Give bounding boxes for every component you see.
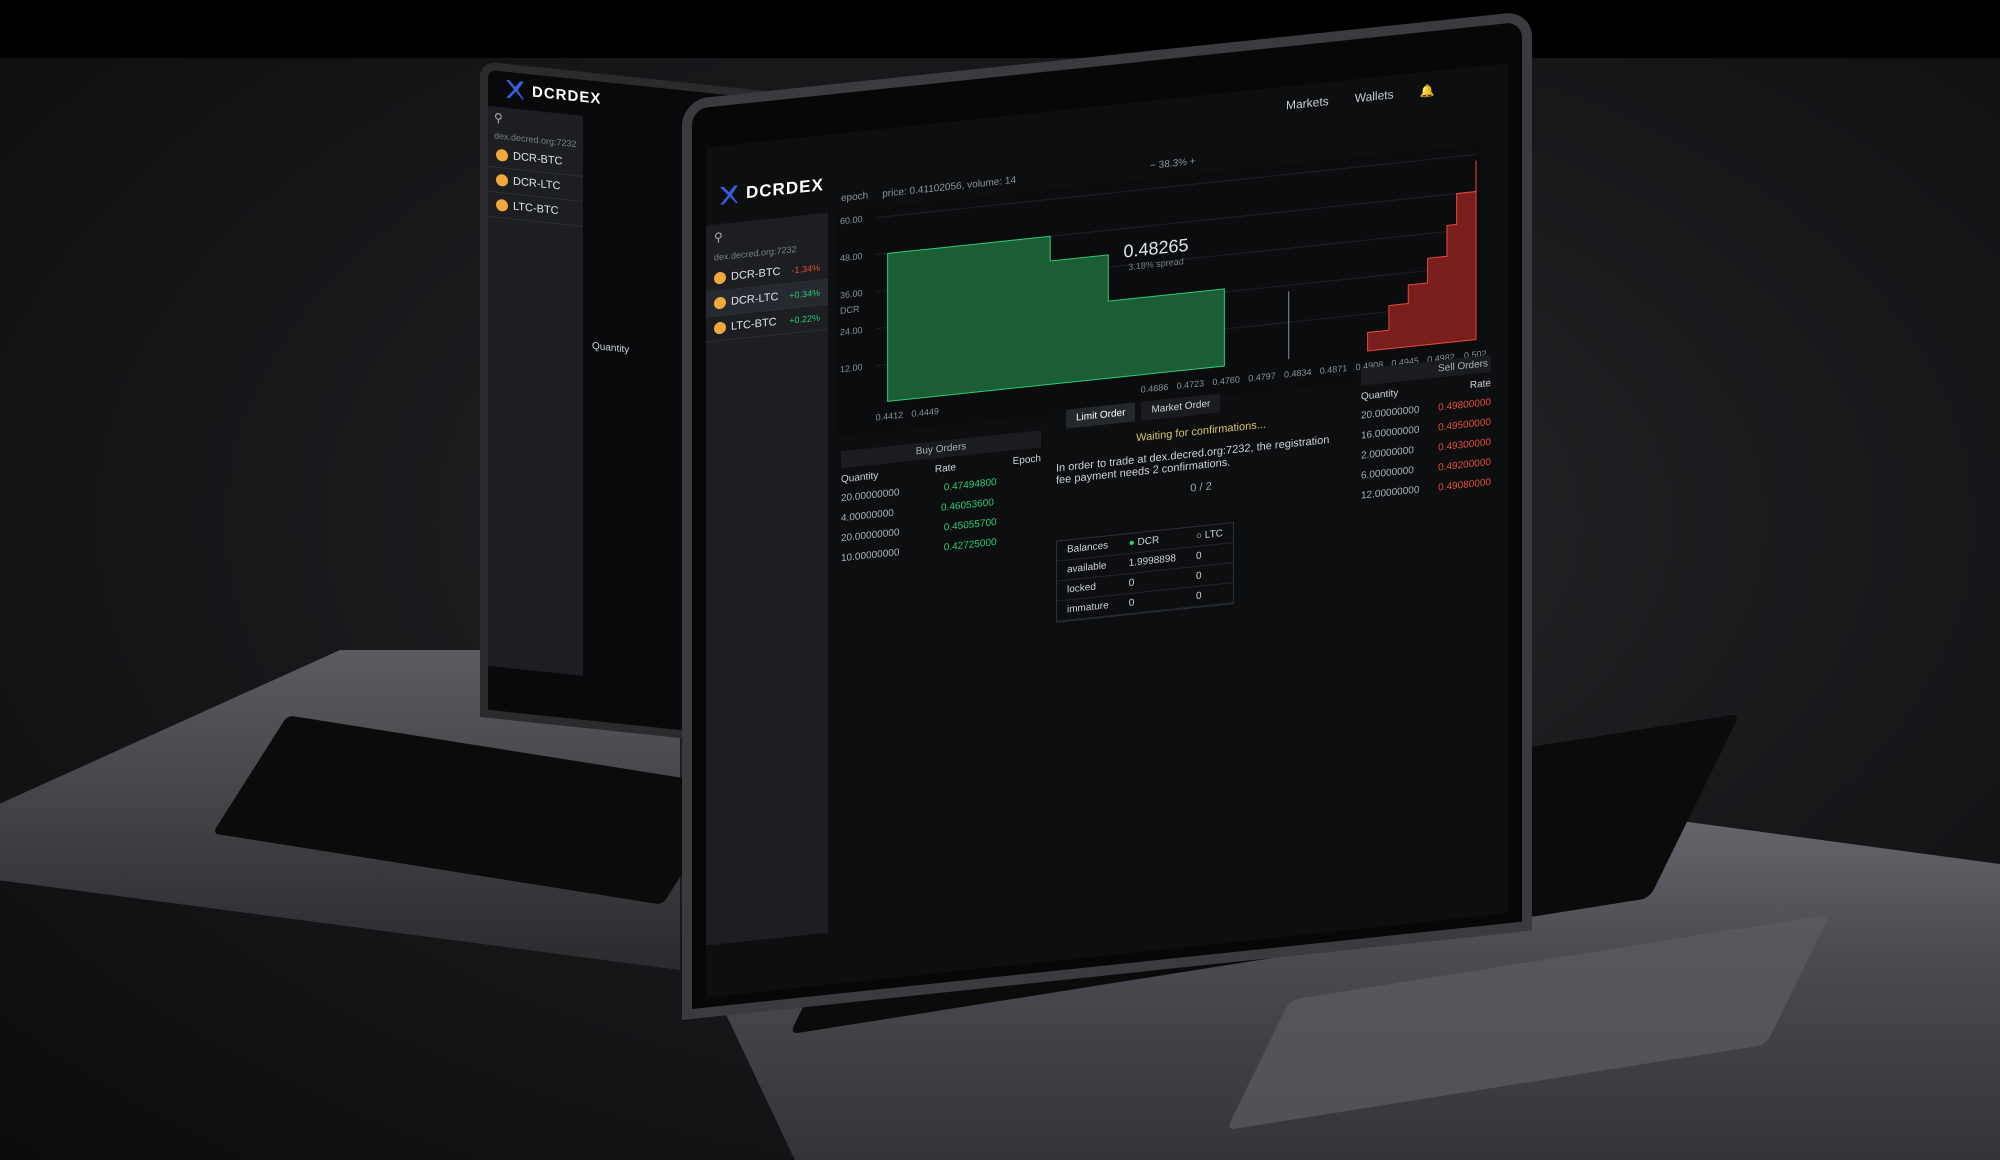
balance-ltc: 0 bbox=[1185, 582, 1233, 608]
zoom-level: 38.3% bbox=[1158, 156, 1188, 171]
market-sidebar: ⚲ dex.decred.org:7232 DCR-BTC -1.34% DCR… bbox=[706, 212, 828, 946]
buy-epoch-header: Epoch bbox=[1012, 453, 1041, 468]
y-axis-label: DCR bbox=[840, 304, 860, 316]
x-tick-label: 0.4760 bbox=[1212, 374, 1240, 387]
x-tick-label: 0.4871 bbox=[1320, 363, 1348, 376]
y-tick-label: 12.00 bbox=[840, 362, 863, 374]
x-tick-label: 0.4834 bbox=[1284, 367, 1312, 380]
y-tick-label: 36.00 bbox=[840, 288, 863, 300]
market-change: +0.34% bbox=[789, 287, 820, 301]
market-change: -1.34% bbox=[791, 262, 820, 276]
balance-col-ltc: LTC bbox=[1204, 528, 1223, 542]
x-tick-label: 0.4723 bbox=[1177, 378, 1205, 391]
bell-icon[interactable]: 🔔 bbox=[1420, 83, 1435, 99]
y-tick-label: 24.00 bbox=[840, 325, 863, 337]
check-icon: ● bbox=[1128, 537, 1135, 550]
x-tick-label: 0.4412 bbox=[876, 410, 904, 423]
market-pair: DCR-LTC bbox=[731, 290, 779, 308]
nav-markets[interactable]: Markets bbox=[1286, 94, 1329, 112]
dcr-coin-icon bbox=[714, 271, 726, 285]
chart-legend: epoch bbox=[841, 190, 869, 205]
dex-app: DCRDEX Markets Wallets 🔔 ⚲ dex.decred.or… bbox=[706, 63, 1508, 998]
x-tick-label: 0.4797 bbox=[1248, 371, 1276, 384]
dcr-coin-icon bbox=[714, 296, 726, 310]
sell-rate: 0.49080000 bbox=[1438, 476, 1491, 494]
logo: DCRDEX bbox=[720, 175, 824, 206]
buy-rate: 0.42725000 bbox=[943, 536, 997, 554]
front-laptop-screen: DCRDEX Markets Wallets 🔔 ⚲ dex.decred.or… bbox=[682, 10, 1532, 1021]
buy-orderbook: Buy Orders Quantity Rate Epoch 20.000000… bbox=[841, 430, 1041, 569]
buy-rate-header: Rate bbox=[934, 462, 956, 476]
y-tick-label: 48.00 bbox=[840, 251, 863, 263]
sell-rate-header: Rate bbox=[1469, 377, 1491, 392]
top-nav: Markets Wallets 🔔 bbox=[1286, 83, 1435, 113]
market-pair: LTC-BTC bbox=[731, 316, 777, 334]
balance-col-dcr: DCR bbox=[1137, 534, 1160, 549]
sell-orderbook: Sell Orders Quantity Rate 20.00000000 0.4… bbox=[1361, 354, 1491, 507]
balances-table: Balances ● DCR ○ LTC available 1.9998898 0… bbox=[1056, 521, 1234, 623]
sell-qty-header: Quantity bbox=[1361, 387, 1399, 403]
y-tick-label: 60.00 bbox=[840, 214, 863, 226]
x-tick-label: 0.4449 bbox=[911, 406, 939, 419]
market-change: +0.22% bbox=[789, 312, 820, 326]
nav-wallets[interactable]: Wallets bbox=[1355, 87, 1394, 105]
x-tick-label: 0.4686 bbox=[1141, 382, 1169, 395]
zoom-control[interactable]: − 38.3% + bbox=[1150, 156, 1196, 172]
dcrdex-logo-icon bbox=[720, 185, 738, 205]
buy-qty-header: Quantity bbox=[841, 470, 879, 486]
front-laptop: DCRDEX Markets Wallets 🔔 ⚲ dex.decred.or… bbox=[0, 0, 2000, 1160]
ltc-coin-icon bbox=[714, 321, 726, 335]
market-pair: DCR-BTC bbox=[731, 265, 781, 283]
ltc-icon: ○ bbox=[1195, 530, 1203, 542]
brand-text: DCRDEX bbox=[746, 175, 824, 203]
sell-depth-area bbox=[1367, 160, 1477, 352]
